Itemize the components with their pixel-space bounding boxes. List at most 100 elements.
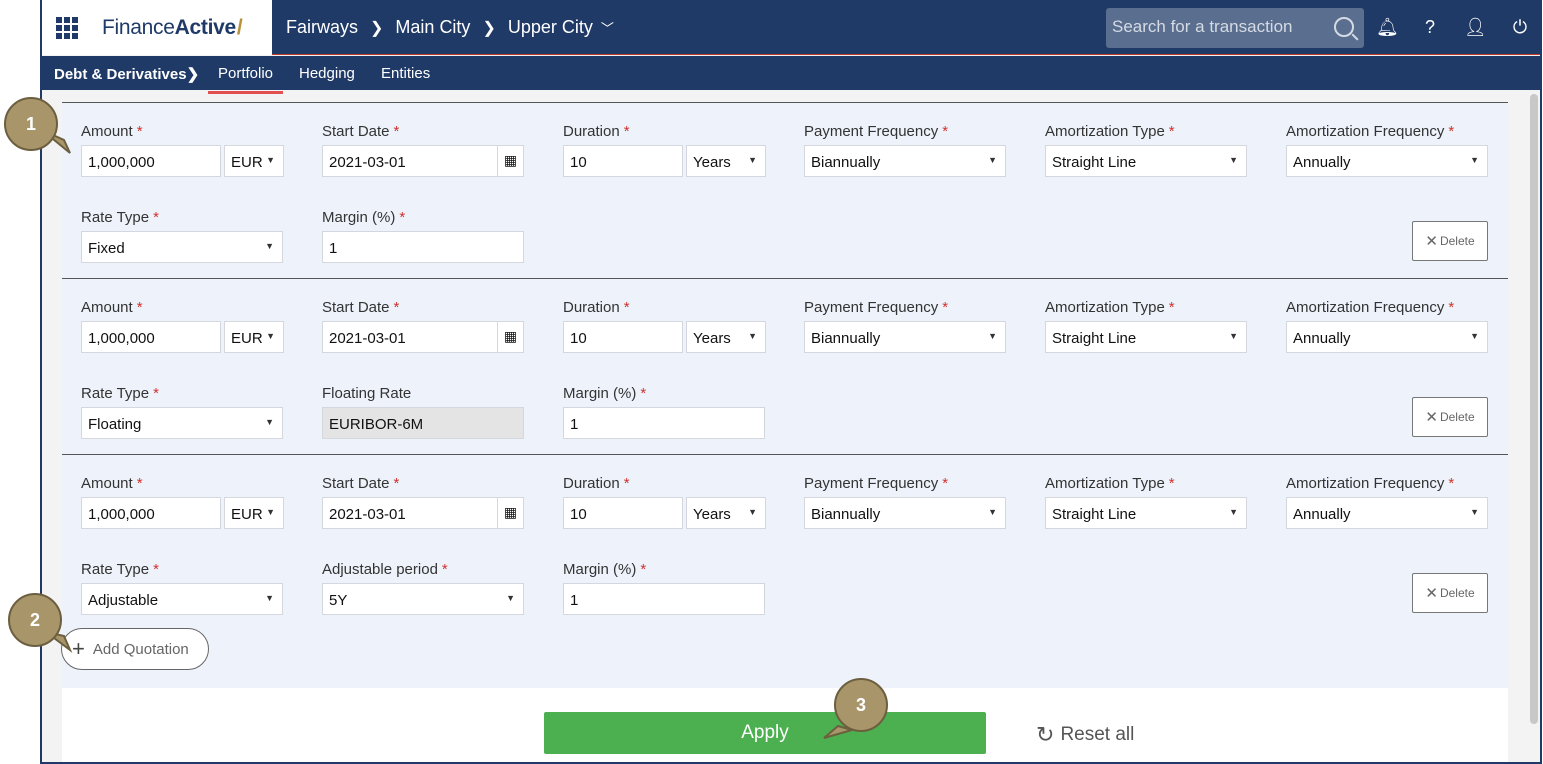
- amortization-frequency-label: Amortization Frequency *: [1286, 123, 1455, 140]
- scrollbar[interactable]: [1530, 94, 1538, 724]
- user-icon[interactable]: 👤︎: [1464, 17, 1487, 39]
- amortization-frequency-select[interactable]: Annually: [1286, 321, 1488, 353]
- quotation-row: Amount* 1,000,000 EUR Start Date* 2021-0…: [62, 278, 1508, 454]
- reset-all-button[interactable]: ↻ Reset all: [1036, 722, 1134, 748]
- duration-unit-select[interactable]: Years: [686, 321, 766, 353]
- duration-unit-select[interactable]: Years: [686, 145, 766, 177]
- breadcrumb-item[interactable]: Fairways: [286, 17, 358, 38]
- help-icon[interactable]: ?: [1419, 17, 1441, 39]
- duration-field[interactable]: 10: [563, 145, 683, 177]
- duration-unit-select[interactable]: Years: [686, 497, 766, 529]
- currency-select[interactable]: EUR: [224, 321, 284, 353]
- bell-icon[interactable]: 🔔︎: [1376, 17, 1399, 39]
- amount-field[interactable]: 1,000,000: [81, 145, 221, 177]
- tab-entities[interactable]: Entities: [381, 65, 430, 82]
- payment-frequency-label: Payment Frequency *: [804, 123, 949, 140]
- tab-hedging[interactable]: Hedging: [299, 65, 355, 82]
- chevron-right-icon: ❯: [370, 19, 384, 37]
- adjustable-period-select[interactable]: 5Y: [322, 583, 524, 615]
- payment-frequency-select[interactable]: Biannually: [804, 321, 1006, 353]
- close-icon: ✕: [1425, 585, 1438, 602]
- amortization-type-label: Amortization Type *: [1045, 299, 1175, 316]
- main-content: Amount* 1,000,000 EUR Start Date* 2021-0…: [62, 102, 1508, 762]
- amortization-type-select[interactable]: Straight Line: [1045, 497, 1247, 529]
- rate-type-label: Rate Type *: [81, 209, 159, 226]
- delete-button[interactable]: ✕ Delete: [1412, 221, 1488, 261]
- section-title[interactable]: Debt & Derivatives❯: [54, 65, 199, 83]
- amortization-frequency-label: Amortization Frequency *: [1286, 299, 1455, 316]
- callout-badge-3: 3: [834, 678, 888, 732]
- currency-select[interactable]: EUR: [224, 497, 284, 529]
- breadcrumb-item[interactable]: Upper City: [508, 17, 593, 38]
- payment-frequency-label: Payment Frequency *: [804, 299, 949, 316]
- start-date-field[interactable]: 2021-03-01 ▦: [322, 145, 524, 177]
- payment-frequency-select[interactable]: Biannually: [804, 497, 1006, 529]
- amount-field[interactable]: 1,000,000: [81, 321, 221, 353]
- floating-rate-field: EURIBOR-6M: [322, 407, 524, 439]
- delete-button[interactable]: ✕ Delete: [1412, 573, 1488, 613]
- amount-label: Amount *: [81, 475, 143, 492]
- payment-frequency-select[interactable]: Biannually: [804, 145, 1006, 177]
- delete-button[interactable]: ✕ Delete: [1412, 397, 1488, 437]
- close-icon: ✕: [1425, 409, 1438, 426]
- brand-logo[interactable]: FinanceActive/: [102, 16, 243, 40]
- plus-icon: +: [72, 636, 85, 661]
- amortization-frequency-label: Amortization Frequency *: [1286, 475, 1455, 492]
- margin-label: Margin (%) *: [563, 385, 647, 402]
- payment-frequency-label: Payment Frequency *: [804, 475, 949, 492]
- duration-label: Duration *: [563, 299, 630, 316]
- search-input[interactable]: [1112, 17, 1322, 37]
- logo-area: FinanceActive/: [42, 0, 272, 55]
- start-date-label: Start Date *: [322, 123, 400, 140]
- sub-navigation: Debt & Derivatives❯ Portfolio Hedging En…: [42, 56, 1540, 94]
- add-quotation-button[interactable]: + Add Quotation: [61, 628, 209, 670]
- chevron-right-icon: ❯: [482, 19, 496, 37]
- calendar-icon[interactable]: ▦: [497, 498, 523, 528]
- start-date-label: Start Date *: [322, 475, 400, 492]
- duration-label: Duration *: [563, 475, 630, 492]
- amortization-type-select[interactable]: Straight Line: [1045, 321, 1247, 353]
- floating-rate-label: Floating Rate: [322, 385, 412, 402]
- rate-type-label: Rate Type *: [81, 385, 159, 402]
- amortization-frequency-select[interactable]: Annually: [1286, 497, 1488, 529]
- amount-label: Amount *: [81, 299, 143, 316]
- margin-field[interactable]: 1: [563, 407, 765, 439]
- margin-field[interactable]: 1: [563, 583, 765, 615]
- power-icon[interactable]: ⏻: [1509, 17, 1531, 39]
- duration-field[interactable]: 10: [563, 497, 683, 529]
- apps-grid-icon[interactable]: [56, 16, 78, 39]
- rate-type-select[interactable]: Fixed: [81, 231, 283, 263]
- tab-portfolio[interactable]: Portfolio: [208, 65, 284, 94]
- amortization-type-label: Amortization Type *: [1045, 475, 1175, 492]
- apply-button[interactable]: Apply: [544, 712, 986, 754]
- margin-field[interactable]: 1: [322, 231, 524, 263]
- amount-label: Amount *: [81, 123, 143, 140]
- start-date-field[interactable]: 2021-03-01 ▦: [322, 321, 524, 353]
- start-date-label: Start Date *: [322, 299, 400, 316]
- breadcrumb-item[interactable]: Main City: [395, 17, 470, 38]
- duration-label: Duration *: [563, 123, 630, 140]
- callout-badge-2: 2: [8, 593, 62, 647]
- app-window: FinanceActive/ Fairways ❯ Main City ❯ Up…: [40, 0, 1542, 764]
- amortization-type-label: Amortization Type *: [1045, 123, 1175, 140]
- amortization-type-select[interactable]: Straight Line: [1045, 145, 1247, 177]
- rate-type-select[interactable]: Floating: [81, 407, 283, 439]
- adjustable-period-label: Adjustable period *: [322, 561, 448, 578]
- margin-label: Margin (%) *: [563, 561, 647, 578]
- search-icon[interactable]: [1334, 17, 1354, 37]
- amortization-frequency-select[interactable]: Annually: [1286, 145, 1488, 177]
- currency-select[interactable]: EUR: [224, 145, 284, 177]
- rate-type-label: Rate Type *: [81, 561, 159, 578]
- duration-field[interactable]: 10: [563, 321, 683, 353]
- rate-type-select[interactable]: Adjustable: [81, 583, 283, 615]
- top-bar: FinanceActive/ Fairways ❯ Main City ❯ Up…: [42, 0, 1540, 55]
- quotation-row: Amount* 1,000,000 EUR Start Date* 2021-0…: [62, 102, 1508, 278]
- calendar-icon[interactable]: ▦: [497, 322, 523, 352]
- chevron-down-icon[interactable]: ﹀: [601, 18, 614, 37]
- start-date-field[interactable]: 2021-03-01 ▦: [322, 497, 524, 529]
- breadcrumb: Fairways ❯ Main City ❯ Upper City ﹀: [286, 17, 614, 38]
- calendar-icon[interactable]: ▦: [497, 146, 523, 176]
- refresh-icon: ↻: [1036, 722, 1055, 747]
- quotation-row: Amount* 1,000,000 EUR Start Date* 2021-0…: [62, 454, 1508, 688]
- amount-field[interactable]: 1,000,000: [81, 497, 221, 529]
